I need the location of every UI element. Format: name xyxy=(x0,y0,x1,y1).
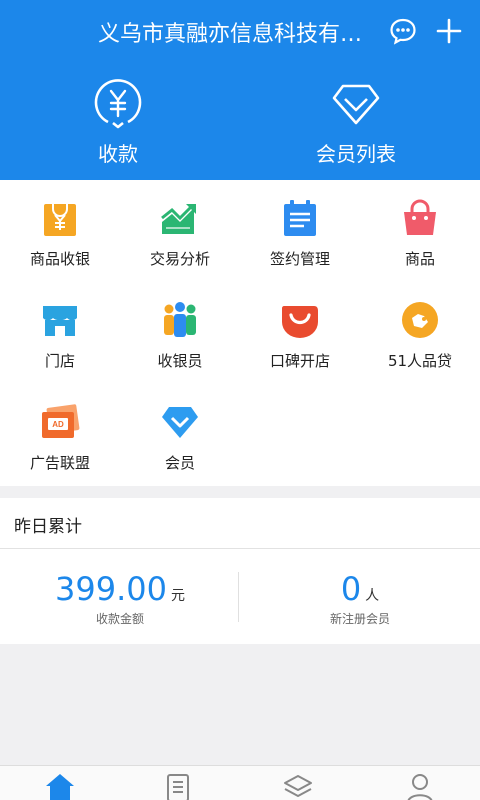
grid-label: 广告联盟 xyxy=(29,454,90,472)
diamond-icon xyxy=(332,84,380,125)
storefront-icon xyxy=(43,306,77,336)
grid-label: 51人品贷 xyxy=(387,352,453,370)
revenue-caption: 收款金额 xyxy=(95,612,144,626)
grid-item-analysis[interactable]: 交易分析 xyxy=(120,180,240,282)
grid-label: 门店 xyxy=(44,352,75,370)
new-members-unit: 人 xyxy=(365,588,380,604)
grid-item-checkout[interactable]: 商品收银 xyxy=(0,180,120,282)
tab-services[interactable] xyxy=(238,772,358,800)
grid-label: 商品 xyxy=(404,250,435,268)
grid-item-contract[interactable]: 签约管理 xyxy=(240,180,360,282)
member-list-button[interactable]: 会员列表 xyxy=(296,78,416,167)
member-diamond-icon xyxy=(162,407,198,438)
new-members-stat[interactable]: 0人 新注册会员 xyxy=(240,570,480,627)
grid-item-member[interactable]: 会员 xyxy=(120,384,240,486)
merchant-title: 义乌市真融亦信息科技有… xyxy=(98,22,363,47)
header: 义乌市真融亦信息科技有… 收款 会员列表 xyxy=(0,0,480,180)
title-row: 义乌市真融亦信息科技有… xyxy=(0,10,480,54)
layers-icon xyxy=(284,775,312,797)
yesterday-summary: 昨日累计 399.00 元 收款金额 0人 新注册会员 xyxy=(0,498,480,644)
calendar-doc-icon xyxy=(284,200,316,236)
tab-profile[interactable] xyxy=(360,772,480,800)
new-members-value: 0 xyxy=(340,570,362,608)
bottom-tab-bar xyxy=(0,765,480,800)
grid-item-koubei[interactable]: 口碑开店 xyxy=(240,282,360,384)
loan-coin-icon xyxy=(402,302,438,338)
plus-icon[interactable] xyxy=(432,14,466,48)
summary-title: 昨日累计 xyxy=(14,517,82,537)
smile-icon xyxy=(282,306,318,338)
revenue-stat[interactable]: 399.00 元 收款金额 xyxy=(0,570,240,627)
new-members-caption: 新注册会员 xyxy=(329,612,390,626)
tab-orders[interactable] xyxy=(118,772,238,800)
divider xyxy=(238,572,239,622)
grid-item-products[interactable]: 商品 xyxy=(360,180,480,282)
basket-icon xyxy=(404,199,436,235)
grid-item-51loan[interactable]: 51人品贷 xyxy=(360,282,480,384)
chat-icon[interactable] xyxy=(386,14,420,48)
ad-card-icon: AD xyxy=(42,404,80,438)
revenue-unit: 元 xyxy=(170,588,185,604)
grid-item-ad-alliance[interactable]: AD 广告联盟 xyxy=(0,384,120,486)
divider xyxy=(0,548,480,549)
shopping-bag-yuan-icon xyxy=(44,204,76,236)
tab-home[interactable] xyxy=(0,772,120,800)
user-icon xyxy=(407,774,433,800)
grid-label: 签约管理 xyxy=(269,250,330,268)
home-icon xyxy=(46,774,74,800)
people-group-icon xyxy=(164,302,196,337)
grid-label: 口碑开店 xyxy=(269,352,330,370)
grid-label: 收银员 xyxy=(157,352,203,370)
grid-label: 商品收银 xyxy=(29,250,90,268)
yuan-circle-icon xyxy=(94,79,142,129)
revenue-value: 399.00 xyxy=(55,570,167,608)
grid-item-cashier[interactable]: 收银员 xyxy=(120,282,240,384)
grid-label: 会员 xyxy=(164,454,195,472)
grid-label: 交易分析 xyxy=(149,250,210,268)
collect-payment-button[interactable]: 收款 xyxy=(58,78,178,167)
feature-grid: 商品收银 交易分析 签约管理 商品 门店 收银员 口碑开店 51人品贷 AD 广… xyxy=(0,180,480,486)
grid-item-store[interactable]: 门店 xyxy=(0,282,120,384)
collect-payment-label: 收款 xyxy=(98,142,138,166)
trend-chart-icon xyxy=(161,204,196,234)
document-icon xyxy=(167,774,189,800)
member-list-label: 会员列表 xyxy=(316,142,396,166)
svg-text:AD: AD xyxy=(52,420,64,429)
